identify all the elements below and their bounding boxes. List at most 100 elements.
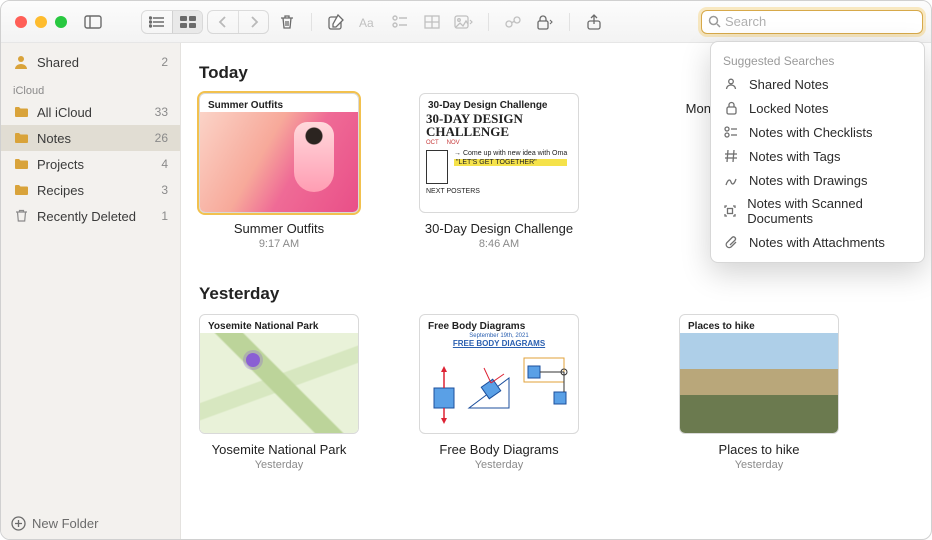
suggestion-label: Notes with Tags	[749, 149, 841, 164]
svg-text:Aa: Aa	[359, 16, 374, 29]
section-title-yesterday: Yesterday	[199, 284, 913, 304]
note-thumbnail: Summer Outfits	[199, 93, 359, 213]
note-date: 8:46 AM	[479, 238, 519, 250]
sidebar-item-label: Projects	[37, 157, 84, 172]
suggestion-attachments[interactable]: Notes with Attachments	[711, 230, 924, 254]
share-button[interactable]	[580, 10, 608, 34]
sidebar-item-label: All iCloud	[37, 105, 92, 120]
toolbar: Aa	[1, 1, 931, 43]
new-folder-button[interactable]: New Folder	[1, 508, 180, 539]
note-title: 30-Day Design Challenge	[425, 221, 573, 236]
zoom-window-button[interactable]	[55, 16, 67, 28]
shared-icon	[13, 54, 29, 70]
sidebar-item-count: 4	[161, 157, 168, 171]
thumb-label: Free Body Diagrams	[428, 321, 525, 332]
lock-icon	[723, 100, 739, 116]
search-icon	[708, 15, 721, 28]
checklist-button[interactable]	[386, 10, 414, 34]
suggestion-scanned[interactable]: Notes with Scanned Documents	[711, 192, 924, 230]
gallery-view-button[interactable]	[172, 11, 202, 33]
sidebar-item-recipes[interactable]: Recipes 3	[1, 177, 180, 203]
suggestion-label: Notes with Attachments	[749, 235, 885, 250]
note-thumbnail: Places to hike	[679, 314, 839, 434]
suggestion-label: Notes with Drawings	[749, 173, 868, 188]
sidebar-item-count: 1	[161, 209, 168, 223]
note-thumbnail: 30-Day Design Challenge 30-DAY DESIGN CH…	[419, 93, 579, 213]
drawing-icon	[723, 172, 739, 188]
toggle-sidebar-button[interactable]	[79, 10, 107, 34]
suggestion-label: Notes with Checklists	[749, 125, 873, 140]
note-thumbnail: Free Body Diagrams September 19th, 2021 …	[419, 314, 579, 434]
shared-icon	[723, 76, 739, 92]
notes-grid-yesterday: Yosemite National Park Yosemite National…	[199, 314, 913, 471]
thumbnail-art: 30-DAY DESIGN CHALLENGE OCTNOV → Come up…	[426, 112, 572, 206]
scan-icon	[723, 203, 737, 219]
new-note-button[interactable]	[322, 10, 350, 34]
sidebar-item-notes[interactable]: Notes 26	[1, 125, 180, 151]
sidebar-item-projects[interactable]: Projects 4	[1, 151, 180, 177]
thumbnail-art	[200, 333, 358, 433]
sidebar-item-label: Recently Deleted	[37, 209, 136, 224]
suggestion-checklists[interactable]: Notes with Checklists	[711, 120, 924, 144]
suggestion-drawings[interactable]: Notes with Drawings	[711, 168, 924, 192]
nav-group	[207, 10, 269, 34]
sidebar-item-label: Notes	[37, 131, 71, 146]
lock-button[interactable]	[531, 10, 559, 34]
paperclip-icon	[723, 234, 739, 250]
suggestion-label: Shared Notes	[749, 77, 829, 92]
folder-icon	[13, 156, 29, 172]
suggestion-label: Locked Notes	[749, 101, 829, 116]
thumb-label: Yosemite National Park	[208, 321, 318, 332]
thumb-label: 30-Day Design Challenge	[428, 100, 547, 111]
thumbnail-art: September 19th, 2021 FREE BODY DIAGRAMS	[424, 333, 574, 429]
note-title: Summer Outfits	[234, 221, 324, 236]
sidebar-item-all-icloud[interactable]: All iCloud 33	[1, 99, 180, 125]
sidebar-item-count: 3	[161, 183, 168, 197]
note-card[interactable]: Places to hike Places to hike Yesterday	[679, 314, 839, 471]
folder-icon	[13, 130, 29, 146]
sidebar-item-count: 33	[155, 105, 168, 119]
tag-icon	[723, 148, 739, 164]
note-card[interactable]: Free Body Diagrams September 19th, 2021 …	[419, 314, 579, 471]
separator	[311, 13, 312, 31]
sidebar-item-label: Recipes	[37, 183, 84, 198]
sidebar-item-count: 26	[155, 131, 168, 145]
note-title: Places to hike	[719, 442, 800, 457]
suggestion-tags[interactable]: Notes with Tags	[711, 144, 924, 168]
list-view-button[interactable]	[142, 11, 172, 33]
back-button[interactable]	[208, 11, 238, 33]
link-button[interactable]	[499, 10, 527, 34]
window-controls	[9, 16, 75, 28]
sidebar-shared-count: 2	[161, 55, 168, 69]
new-folder-label: New Folder	[32, 516, 98, 531]
separator	[488, 13, 489, 31]
format-button[interactable]: Aa	[354, 10, 382, 34]
search-input[interactable]	[725, 14, 916, 29]
search-suggestions-dropdown: Suggested Searches Shared Notes Locked N…	[710, 41, 925, 263]
close-window-button[interactable]	[15, 16, 27, 28]
folder-icon	[13, 182, 29, 198]
note-card[interactable]: Yosemite National Park Yosemite National…	[199, 314, 359, 471]
note-title: Yosemite National Park	[212, 442, 347, 457]
view-switcher	[141, 10, 203, 34]
minimize-window-button[interactable]	[35, 16, 47, 28]
sidebar: Shared 2 iCloud All iCloud 33 Notes 26 P…	[1, 43, 181, 539]
sidebar-shared-label: Shared	[37, 55, 79, 70]
search-field[interactable]	[701, 10, 923, 34]
table-button[interactable]	[418, 10, 446, 34]
note-card[interactable]: Summer Outfits Summer Outfits 9:17 AM	[199, 93, 359, 250]
media-button[interactable]	[450, 10, 478, 34]
suggestion-shared-notes[interactable]: Shared Notes	[711, 72, 924, 96]
note-card[interactable]: 30-Day Design Challenge 30-DAY DESIGN CH…	[419, 93, 579, 250]
separator	[569, 13, 570, 31]
sidebar-section-icloud: iCloud	[1, 75, 180, 99]
folder-icon	[13, 104, 29, 120]
note-date: 9:17 AM	[259, 238, 299, 250]
forward-button[interactable]	[238, 11, 268, 33]
delete-button[interactable]	[273, 10, 301, 34]
sidebar-item-recently-deleted[interactable]: Recently Deleted 1	[1, 203, 180, 229]
note-date: Yesterday	[255, 459, 304, 471]
thumb-label: Summer Outfits	[208, 100, 283, 111]
suggestion-locked-notes[interactable]: Locked Notes	[711, 96, 924, 120]
sidebar-shared[interactable]: Shared 2	[1, 49, 180, 75]
